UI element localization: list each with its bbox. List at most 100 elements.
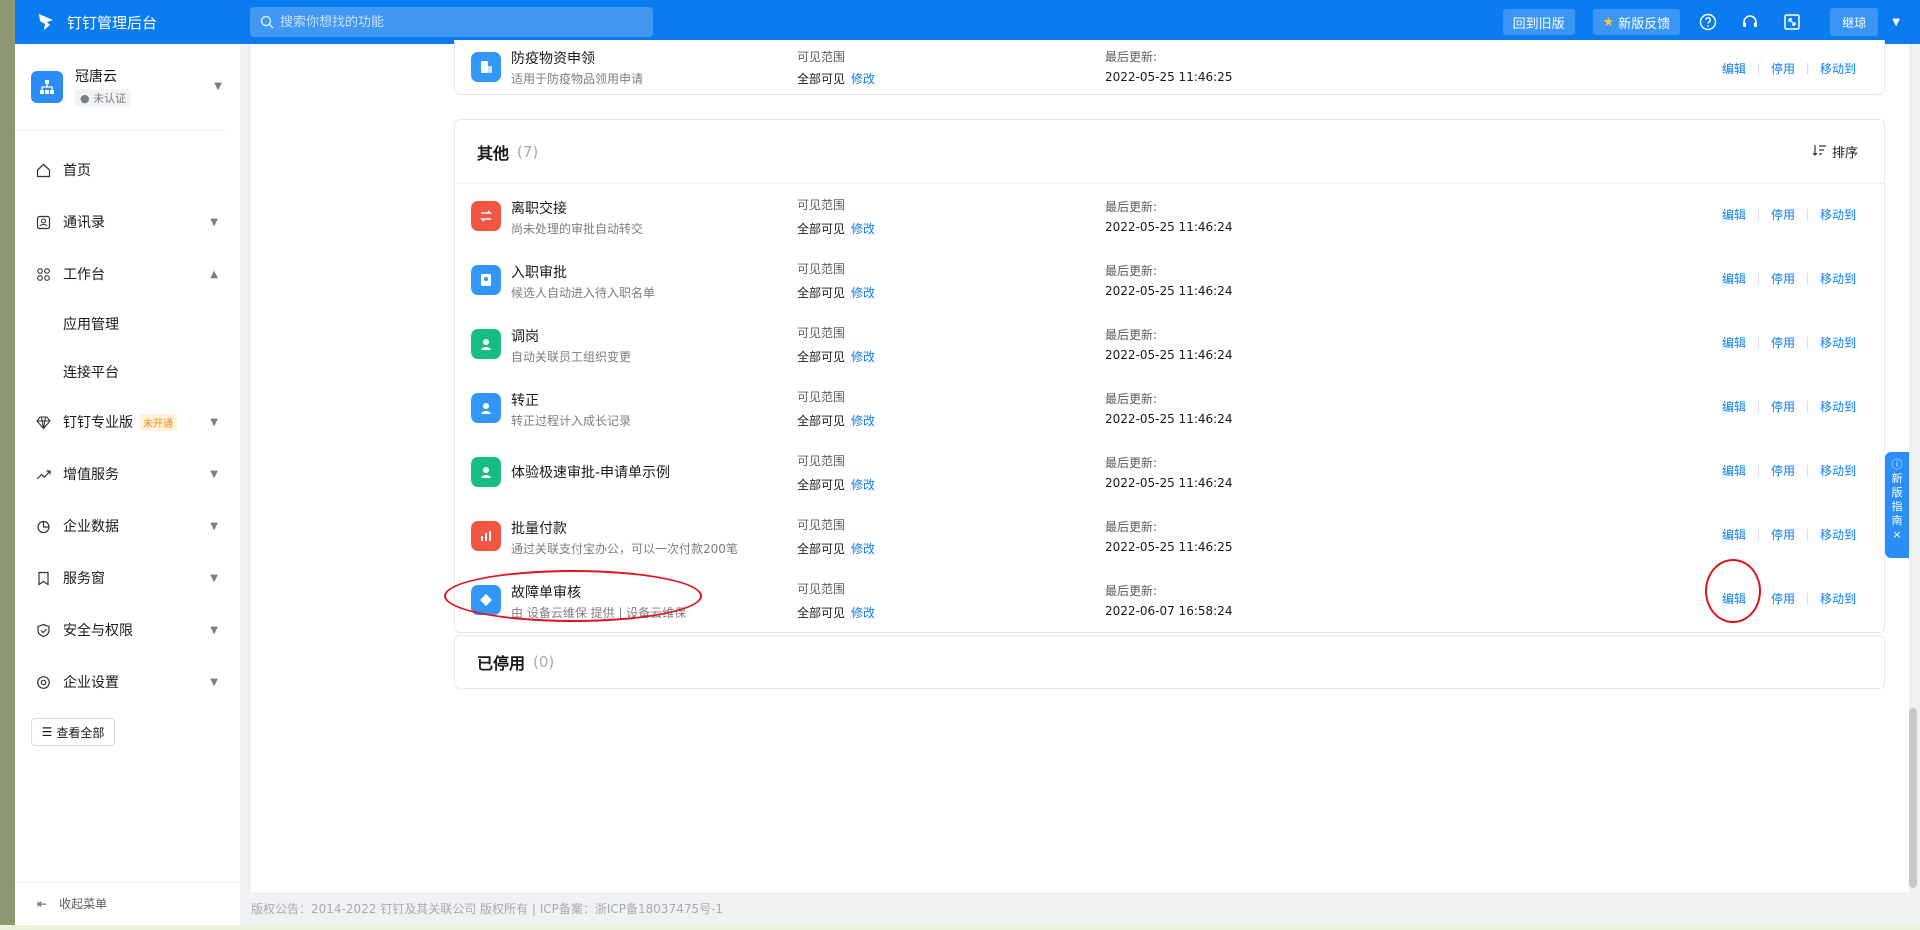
- visibility-label: 可见范围: [797, 454, 846, 468]
- move-to-link[interactable]: 移动到: [1820, 334, 1856, 351]
- visibility-edit-link[interactable]: 修改: [851, 606, 875, 620]
- visibility-value: 全部可见 修改: [797, 542, 876, 556]
- chevron-down-icon: ▼: [210, 520, 218, 532]
- apps-grid-icon: [35, 266, 51, 282]
- disable-link[interactable]: 停用: [1771, 334, 1795, 351]
- disable-link[interactable]: 停用: [1771, 270, 1795, 287]
- help-icon[interactable]: [1698, 12, 1718, 32]
- visibility-edit-link[interactable]: 修改: [851, 72, 875, 86]
- app-name[interactable]: 批量付款: [511, 518, 567, 538]
- feedback-label: 新版反馈: [1618, 16, 1671, 32]
- fullscreen-icon[interactable]: [1782, 12, 1802, 32]
- updated-value: 2022-05-25 11:46:24: [1105, 412, 1233, 426]
- group-count: (7): [517, 142, 539, 161]
- visibility-value: 全部可见 修改: [797, 72, 876, 86]
- app-group-card: 防疫物资申领 适用于防疫物品领用申请 可见范围 全部可见 修改 最后更新: 202…: [454, 40, 1885, 95]
- move-to-link[interactable]: 移动到: [1820, 206, 1856, 223]
- chevron-down-icon[interactable]: ▼: [1892, 17, 1900, 28]
- edit-link[interactable]: 编辑: [1722, 398, 1746, 415]
- back-to-old-button[interactable]: 回到旧版: [1502, 9, 1575, 35]
- sidebar-item-security[interactable]: 安全与权限 ▼: [15, 604, 240, 656]
- app-name[interactable]: 调岗: [511, 326, 539, 346]
- sidebar-item-enterprise-data[interactable]: 企业数据 ▼: [15, 500, 240, 552]
- disable-link[interactable]: 停用: [1771, 590, 1795, 607]
- user-avatar-button[interactable]: 继琼: [1830, 8, 1879, 36]
- move-to-link[interactable]: 移动到: [1820, 398, 1856, 415]
- sidebar-item-enterprise-settings[interactable]: 企业设置 ▼: [15, 656, 240, 708]
- updated-label: 最后更新:: [1105, 264, 1158, 278]
- sidebar-item-app-management[interactable]: 应用管理: [15, 300, 240, 348]
- edit-link[interactable]: 编辑: [1722, 334, 1746, 351]
- disable-link[interactable]: 停用: [1771, 206, 1795, 223]
- visibility-value: 全部可见 修改: [797, 478, 876, 492]
- trend-icon: [35, 466, 51, 482]
- visibility-edit-link[interactable]: 修改: [851, 222, 875, 236]
- edit-link[interactable]: 编辑: [1722, 206, 1746, 223]
- feedback-button[interactable]: ★ 新版反馈: [1592, 9, 1681, 35]
- visibility-edit-link[interactable]: 修改: [851, 286, 875, 300]
- contacts-icon: [35, 214, 51, 230]
- sidebar-item-pro-edition[interactable]: 钉钉专业版 未开通 ▼: [15, 396, 240, 448]
- visibility-edit-link[interactable]: 修改: [851, 414, 875, 428]
- updated-label: 最后更新:: [1105, 50, 1158, 64]
- collapse-menu-button[interactable]: ⇤ 收起菜单: [15, 881, 240, 925]
- search-box[interactable]: [250, 7, 653, 37]
- disable-link[interactable]: 停用: [1771, 60, 1795, 77]
- app-name[interactable]: 转正: [511, 390, 539, 410]
- disable-link[interactable]: 停用: [1771, 526, 1795, 543]
- headset-icon[interactable]: [1740, 12, 1760, 32]
- search-icon: [260, 15, 274, 29]
- visibility-label: 可见范围: [797, 326, 846, 340]
- updated-value: 2022-05-25 11:46:24: [1105, 220, 1233, 234]
- edit-link[interactable]: 编辑: [1722, 526, 1746, 543]
- move-to-link[interactable]: 移动到: [1820, 270, 1856, 287]
- table-row: 批量付款 通过关联支付宝办公，可以一次付款200笔 可见范围 全部可见 修改 最后…: [455, 504, 1884, 568]
- disable-link[interactable]: 停用: [1771, 398, 1795, 415]
- app-description: 尚未处理的审批自动转交: [511, 222, 644, 236]
- visibility-value: 全部可见 修改: [797, 414, 876, 428]
- info-icon: ⓘ: [1891, 458, 1903, 471]
- table-row: 离职交接 尚未处理的审批自动转交 可见范围 全部可见 修改 最后更新: 2022-…: [455, 184, 1884, 248]
- updated-value: 2022-06-07 16:58:24: [1105, 604, 1233, 618]
- sidebar-item-value-added[interactable]: 增值服务 ▼: [15, 448, 240, 500]
- app-description: 适用于防疫物品领用申请: [511, 72, 644, 86]
- move-to-link[interactable]: 移动到: [1820, 462, 1856, 479]
- visibility-edit-link[interactable]: 修改: [851, 350, 875, 364]
- sidebar: 冠唐云 ● 未认证 ▼ 首页 通讯录 ▼ 工作台 ▲ 应用管理 连接平台 钉钉专…: [15, 44, 240, 925]
- row-actions: 编辑 停用 移动到: [1722, 270, 1856, 287]
- app-name[interactable]: 离职交接: [511, 198, 567, 218]
- app-name[interactable]: 入职审批: [511, 262, 567, 282]
- close-icon[interactable]: ×: [1892, 528, 1901, 542]
- disable-link[interactable]: 停用: [1771, 462, 1795, 479]
- app-name[interactable]: 体验极速审批-申请单示例: [511, 462, 670, 482]
- main-content: 防疫物资申领 适用于防疫物品领用申请 可见范围 全部可见 修改 最后更新: 202…: [251, 40, 1909, 892]
- updated-label: 最后更新:: [1105, 200, 1158, 214]
- visibility-label: 可见范围: [797, 50, 846, 64]
- new-guide-tab[interactable]: ⓘ 新 版 指 南 ×: [1885, 452, 1909, 558]
- move-to-link[interactable]: 移动到: [1820, 526, 1856, 543]
- view-all-button[interactable]: ☰ 查看全部: [31, 718, 115, 746]
- search-input[interactable]: [280, 14, 640, 30]
- edit-link[interactable]: 编辑: [1722, 462, 1746, 479]
- org-switcher[interactable]: 冠唐云 ● 未认证 ▼: [15, 44, 226, 130]
- not-activated-badge: 未开通: [139, 413, 177, 431]
- brand-title: 钉钉管理后台: [67, 13, 158, 32]
- chevron-down-icon[interactable]: ▼: [214, 81, 222, 92]
- move-to-link[interactable]: 移动到: [1820, 60, 1856, 77]
- edit-link[interactable]: 编辑: [1722, 60, 1746, 77]
- visibility-edit-link[interactable]: 修改: [851, 542, 875, 556]
- scrollbar[interactable]: [1909, 708, 1917, 888]
- collapse-icon: ⇤: [37, 896, 48, 911]
- sidebar-item-contacts[interactable]: 通讯录 ▼: [15, 196, 240, 248]
- move-to-link[interactable]: 移动到: [1820, 590, 1856, 607]
- brand[interactable]: 钉钉管理后台: [15, 12, 250, 33]
- org-logo-icon: [31, 70, 63, 103]
- sort-button[interactable]: 排序: [1812, 142, 1858, 161]
- visibility-edit-link[interactable]: 修改: [851, 478, 875, 492]
- sidebar-item-service-window[interactable]: 服务窗 ▼: [15, 552, 240, 604]
- edit-link[interactable]: 编辑: [1722, 270, 1746, 287]
- sidebar-item-connect-platform[interactable]: 连接平台: [15, 348, 240, 396]
- sidebar-item-workbench[interactable]: 工作台 ▲: [15, 248, 240, 300]
- app-description: 候选人自动进入待入职名单: [511, 286, 656, 300]
- sidebar-item-home[interactable]: 首页: [15, 144, 240, 196]
